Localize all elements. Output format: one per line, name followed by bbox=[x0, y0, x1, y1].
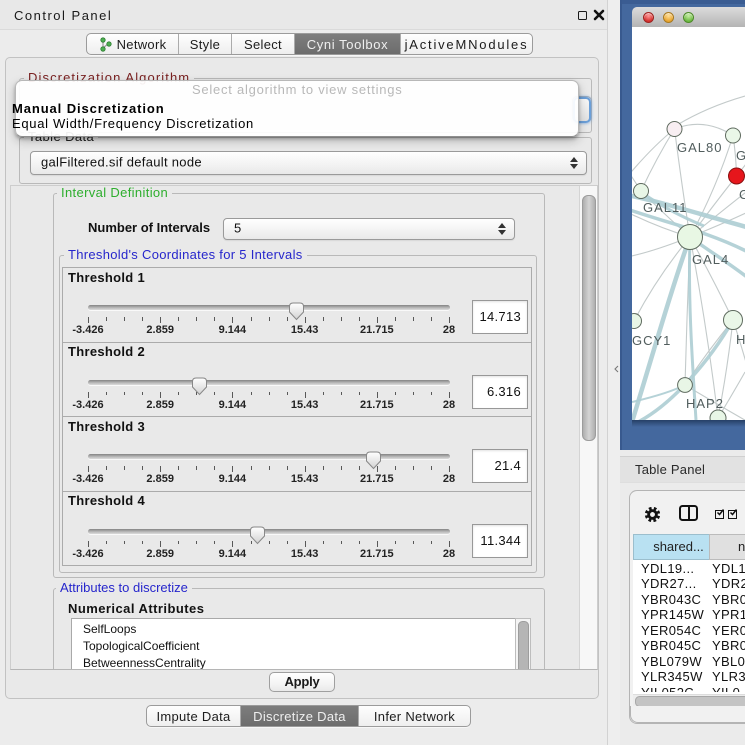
svg-text:GAL11: GAL11 bbox=[643, 200, 688, 215]
svg-text:CD: CD bbox=[739, 187, 745, 202]
svg-text:GAL: GAL bbox=[736, 148, 745, 163]
svg-text:HAP2: HAP2 bbox=[686, 396, 724, 411]
svg-text:GAL80: GAL80 bbox=[677, 140, 722, 155]
svg-text:GAL4: GAL4 bbox=[692, 252, 729, 267]
svg-text:HIS4: HIS4 bbox=[736, 332, 745, 347]
svg-text:GCY1: GCY1 bbox=[632, 333, 671, 348]
